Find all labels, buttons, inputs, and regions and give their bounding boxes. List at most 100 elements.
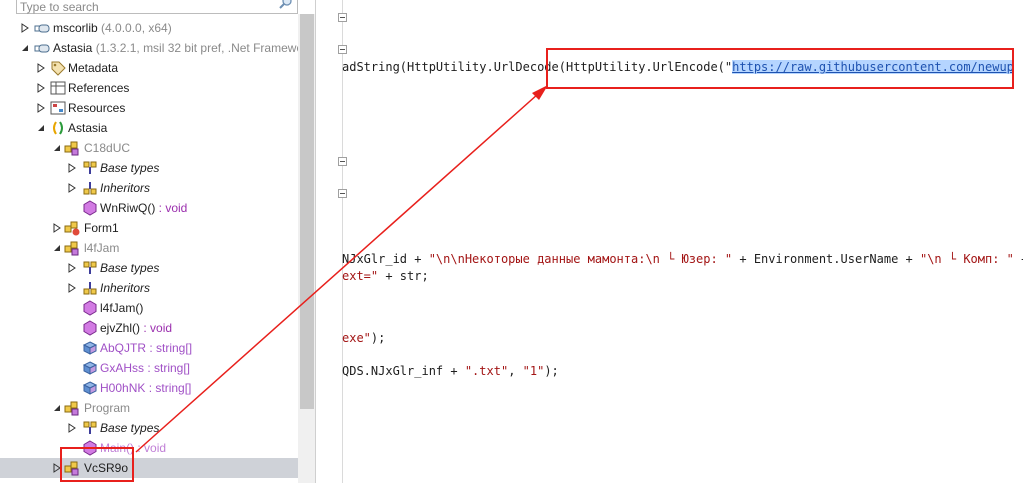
url-link[interactable]: https://raw.githubusercontent.com/newup <box>732 60 1014 74</box>
class-icon <box>64 241 79 256</box>
tree-node-inheritors[interactable]: Inheritors <box>0 178 298 198</box>
expand-arrow-icon[interactable] <box>67 278 77 298</box>
tree-node-class-vcsr9o[interactable]: VcSR9o <box>0 458 298 478</box>
method-return-type: : void <box>155 201 188 215</box>
tag-icon <box>51 61 66 76</box>
method-icon <box>83 440 97 456</box>
collapse-arrow-icon[interactable] <box>20 38 30 58</box>
fold-toggle-icon[interactable] <box>338 13 347 22</box>
inheritors-icon <box>83 182 97 195</box>
code-line-write-file: QDS.NJxGlr_inf + ".txt", "1"); <box>342 362 559 380</box>
code-line-message: NJxGlr_id + "\n\nНекоторые данные мамонт… <box>342 250 1023 268</box>
code-text: ); <box>370 331 386 345</box>
code-text: + Environment.UserName + <box>732 252 920 266</box>
assembly-tree-panel: mscorlib (4.0.0.0, x64) Astasia (1.3.2.1… <box>0 0 316 483</box>
method-icon <box>83 320 97 336</box>
tree-node-field[interactable]: AbQJTR : string[] <box>0 338 298 358</box>
search-box[interactable] <box>16 0 298 14</box>
constructor-name: l4fJam() <box>100 301 144 315</box>
tree-node-constructor[interactable]: l4fJam() <box>0 298 298 318</box>
collapse-arrow-icon[interactable] <box>36 118 46 138</box>
search-input[interactable] <box>17 0 297 14</box>
field-label: GxAHss : string[] <box>100 361 191 375</box>
field-label: H00hNK : string[] <box>100 381 192 395</box>
inheritors-icon <box>83 282 97 295</box>
code-text: NJxGlr_id + <box>342 252 429 266</box>
code-string: "\n └ Комп: " <box>919 252 1014 266</box>
expand-arrow-icon[interactable] <box>67 418 77 438</box>
method-name: ejvZhl() <box>100 321 141 335</box>
code-string: "1" <box>522 364 545 378</box>
tree-node-method-main[interactable]: Main() : void <box>0 438 298 458</box>
code-string: exe" <box>342 331 371 345</box>
tree-node-base-types[interactable]: Base types <box>0 418 298 438</box>
assembly-icon <box>34 44 50 53</box>
collapse-arrow-icon[interactable] <box>52 238 62 258</box>
tree-node-astasia-assembly[interactable]: Astasia (1.3.2.1, msil 32 bit pref, .Net… <box>0 38 313 58</box>
tree-node-class-form1[interactable]: Form1 <box>0 218 298 238</box>
tree-node-namespace-astasia[interactable]: Astasia <box>0 118 298 138</box>
tree-node-class-l4fjam[interactable]: l4fJam <box>0 238 298 258</box>
expand-arrow-icon[interactable] <box>67 158 77 178</box>
tree-node-method-ejvzhl[interactable]: ejvZhl() : void <box>0 318 298 338</box>
base-types-label: Base types <box>100 421 160 435</box>
metadata-label: Metadata <box>68 61 119 75</box>
expand-arrow-icon[interactable] <box>67 258 77 278</box>
mscorlib-version: (4.0.0.0, x64) <box>101 21 172 35</box>
expand-arrow-icon[interactable] <box>67 178 77 198</box>
resources-label: Resources <box>68 101 126 115</box>
constructor-icon <box>83 300 97 316</box>
class-name: C18dUC <box>84 141 131 155</box>
expand-arrow-icon[interactable] <box>52 218 62 238</box>
class-name: VcSR9o <box>84 461 129 475</box>
tree-node-field[interactable]: GxAHss : string[] <box>0 358 298 378</box>
tree-node-metadata[interactable]: Metadata <box>0 58 298 78</box>
expand-arrow-icon[interactable] <box>36 98 46 118</box>
expand-arrow-icon[interactable] <box>20 18 30 38</box>
resources-icon <box>50 101 66 115</box>
code-line-download: adString(HttpUtility.UrlDecode(HttpUtili… <box>342 58 1014 76</box>
code-text: adString(HttpUtility.UrlDecode(HttpUtili… <box>342 60 733 74</box>
form1-label: Form1 <box>84 221 119 235</box>
tree-node-method-wnriwq[interactable]: WnRiwQ() : void <box>0 198 298 218</box>
tree-node-inheritors[interactable]: Inheritors <box>0 278 298 298</box>
assembly-icon <box>34 24 50 33</box>
references-label: References <box>68 81 130 95</box>
expand-arrow-icon[interactable] <box>52 458 62 478</box>
assembly-name: Astasia <box>53 41 93 55</box>
tree-scrollbar[interactable] <box>298 14 315 483</box>
fold-toggle-icon[interactable] <box>338 189 347 198</box>
code-text: ); <box>544 364 559 378</box>
form-class-icon <box>64 221 80 236</box>
code-text: + <box>1014 252 1023 266</box>
fold-toggle-icon[interactable] <box>338 45 347 54</box>
method-name: WnRiwQ() <box>100 201 156 215</box>
references-folder-icon <box>50 81 66 95</box>
tree-node-base-types[interactable]: Base types <box>0 158 298 178</box>
tree-node-class-c18duc[interactable]: C18dUC <box>0 138 298 158</box>
expand-arrow-icon[interactable] <box>36 58 46 78</box>
collapse-arrow-icon[interactable] <box>52 398 62 418</box>
code-text: QDS.NJxGlr_inf + <box>342 364 465 378</box>
tree-node-field[interactable]: H00hNK : string[] <box>0 378 298 398</box>
tree-node-resources[interactable]: Resources <box>0 98 298 118</box>
tree-node-mscorlib[interactable]: mscorlib (4.0.0.0, x64) <box>0 18 298 38</box>
code-string: "\n\nНекоторые данные мамонта:\n └ Юзер:… <box>428 252 733 266</box>
namespace-label: Astasia <box>68 121 108 135</box>
inheritors-label: Inheritors <box>100 281 151 295</box>
tree-scrollbar-thumb[interactable] <box>300 14 314 409</box>
fold-toggle-icon[interactable] <box>338 157 347 166</box>
code-text: , <box>508 364 523 378</box>
assembly-info: (1.3.2.1, msil 32 bit pref, .Net Framewo… <box>95 41 314 55</box>
base-types-icon <box>83 421 97 434</box>
tree-node-references[interactable]: References <box>0 78 298 98</box>
base-types-icon <box>83 161 97 174</box>
method-name: Main() <box>100 441 135 455</box>
expand-arrow-icon[interactable] <box>36 78 46 98</box>
base-types-icon <box>83 261 97 274</box>
tree-node-class-program[interactable]: Program <box>0 398 298 418</box>
search-icon[interactable] <box>279 0 293 10</box>
field-icon <box>82 381 98 395</box>
tree-node-base-types[interactable]: Base types <box>0 258 298 278</box>
collapse-arrow-icon[interactable] <box>52 138 62 158</box>
